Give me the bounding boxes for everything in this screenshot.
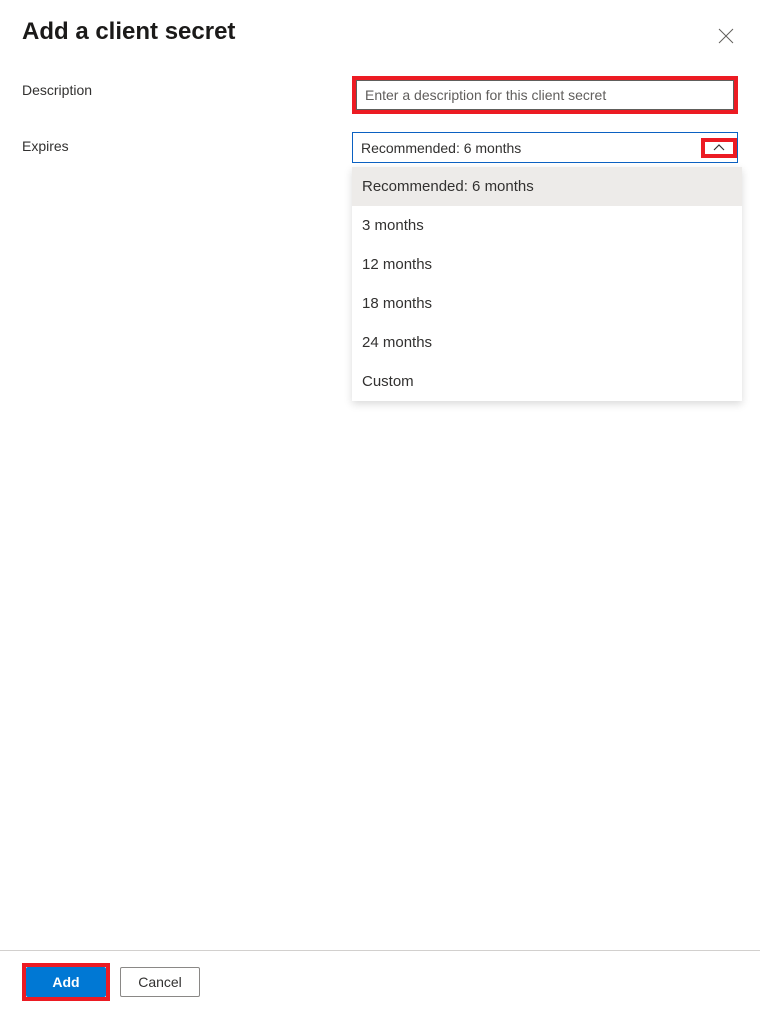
add-button[interactable]: Add: [26, 967, 106, 997]
panel-title: Add a client secret: [22, 18, 235, 46]
cancel-button[interactable]: Cancel: [120, 967, 200, 997]
expires-option-3-months[interactable]: 3 months: [352, 206, 742, 245]
expires-selected-text: Recommended: 6 months: [353, 140, 701, 156]
expires-dropdown-list: Recommended: 6 months 3 months 12 months…: [352, 167, 742, 401]
expires-row: Expires Recommended: 6 months Recommende…: [22, 132, 738, 163]
expires-control: Recommended: 6 months Recommended: 6 mon…: [352, 132, 738, 163]
expires-label: Expires: [22, 132, 352, 154]
description-highlight: [352, 76, 738, 114]
close-icon: [718, 28, 734, 44]
expires-chevron-highlight: [701, 138, 737, 158]
description-control: [352, 76, 738, 114]
close-button[interactable]: [714, 24, 738, 48]
expires-option-recommended-6-months[interactable]: Recommended: 6 months: [352, 167, 742, 206]
panel-footer: Add Cancel: [0, 950, 760, 1015]
expires-option-24-months[interactable]: 24 months: [352, 323, 742, 362]
description-input[interactable]: [356, 80, 734, 110]
panel-header: Add a client secret: [22, 18, 738, 76]
description-label: Description: [22, 76, 352, 98]
expires-dropdown[interactable]: Recommended: 6 months: [352, 132, 738, 163]
expires-option-18-months[interactable]: 18 months: [352, 284, 742, 323]
add-button-highlight: Add: [22, 963, 110, 1001]
add-client-secret-panel: Add a client secret Description Expires …: [0, 0, 760, 1015]
expires-option-custom[interactable]: Custom: [352, 362, 742, 401]
expires-option-12-months[interactable]: 12 months: [352, 245, 742, 284]
description-row: Description: [22, 76, 738, 114]
chevron-up-icon: [713, 142, 725, 154]
expires-chevron-button[interactable]: [705, 142, 733, 154]
